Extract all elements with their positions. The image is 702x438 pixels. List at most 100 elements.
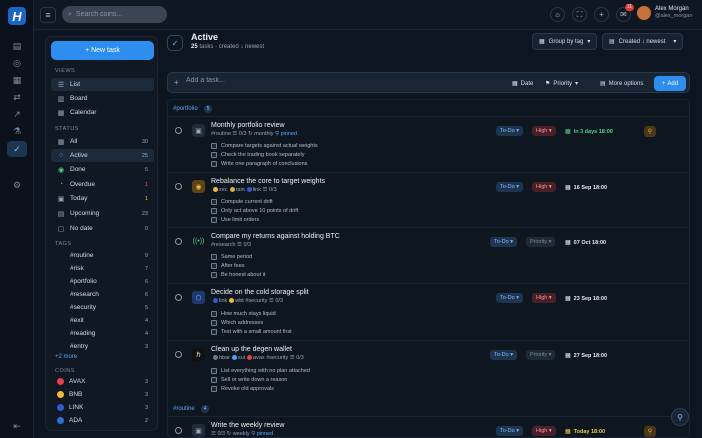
tag-item[interactable]: #portfolio 6 <box>51 275 154 288</box>
group-by-button[interactable]: ▦ Group by tag ▾ <box>532 33 598 50</box>
task-row[interactable]: ⬡ Decide on the cold storage split link w… <box>168 283 689 340</box>
status-badge[interactable]: To-Do ▾ <box>496 426 523 436</box>
subtask[interactable]: Compute current drift <box>211 199 273 205</box>
subtask[interactable]: Write one paragraph of conclusions <box>211 161 307 167</box>
priority-badge[interactable]: High ▾ <box>532 293 556 303</box>
pin-icon[interactable]: ⚲ <box>644 426 656 437</box>
dashboard-icon[interactable]: ▤ <box>7 38 27 54</box>
task-row[interactable]: ▣ Monthly portfolio review #routine ☰ 0/… <box>168 116 689 172</box>
add-task-input[interactable] <box>186 77 386 84</box>
tasks-icon[interactable]: ✓ <box>7 141 27 157</box>
date-button[interactable]: ▦ Date <box>508 76 537 91</box>
help-fab[interactable]: ⚲ <box>671 408 689 426</box>
collapse-icon[interactable]: ⇤ <box>7 418 27 434</box>
theme-icon[interactable]: ☼ <box>550 7 565 22</box>
sidebar-item-active[interactable]: ○ Active 25 <box>51 149 154 162</box>
status-badge[interactable]: To-Do ▾ <box>496 182 523 192</box>
subtask[interactable]: Use limit orders <box>211 217 259 223</box>
coin-item-bnb[interactable]: BNB 3 <box>51 388 154 401</box>
tag-item[interactable]: #reading 4 <box>51 327 154 340</box>
book-icon[interactable]: ▦ <box>7 72 27 88</box>
priority-badge[interactable]: High ▾ <box>532 182 556 192</box>
subtask[interactable]: Revoke old approvals <box>211 386 274 392</box>
subtask[interactable]: List everything with no plan attached <box>211 368 310 374</box>
add-icon[interactable]: + <box>594 7 609 22</box>
status-badge[interactable]: To-Do ▾ <box>490 350 517 360</box>
more-options-button[interactable]: ▤ More options <box>596 76 647 91</box>
tag-item[interactable]: #risk 7 <box>51 262 154 275</box>
priority-badge[interactable]: High ▾ <box>532 426 556 436</box>
tag-item[interactable]: #routine 9 <box>51 249 154 262</box>
subtask[interactable]: Compare targets against actual weights <box>211 143 318 149</box>
task-checkbox[interactable] <box>175 427 182 434</box>
sidebar-item-no-date[interactable]: ▢ No date 0 <box>51 222 154 235</box>
priority-badge[interactable]: Priority ▾ <box>526 237 556 247</box>
user-menu[interactable]: Alex Morgan @alex_morgan <box>637 6 692 20</box>
priority-button[interactable]: ⚑ Priority ▾ <box>541 76 582 91</box>
subtask[interactable]: After fees <box>211 263 245 269</box>
views-heading: VIEWS <box>55 68 76 74</box>
task-row[interactable]: ℏ Clean up the degen wallet hbar sui avax … <box>168 340 689 398</box>
task-checkbox[interactable] <box>175 351 182 358</box>
task-checkbox[interactable] <box>175 238 182 245</box>
new-task-button[interactable]: + New task <box>51 41 154 60</box>
add-button[interactable]: + Add <box>654 76 686 91</box>
task-row[interactable]: ◉ Rebalance the core to target weights z… <box>168 172 689 227</box>
search-input[interactable] <box>75 11 156 18</box>
sidebar-item-overdue[interactable]: ◔ Overdue 1 <box>51 178 154 191</box>
settings-icon[interactable]: ⚙ <box>7 177 27 193</box>
plus-icon: + <box>174 78 179 87</box>
sidebar-item-all[interactable]: ▦ All 30 <box>51 135 154 148</box>
coin-item-link[interactable]: LINK 3 <box>51 401 154 414</box>
pin-icon[interactable]: ⚲ <box>644 126 656 137</box>
task-row[interactable]: ▣ Write the weekly review ☰ 0/3 ↻ weekly… <box>168 416 689 437</box>
task-row[interactable]: ((•)) Compare my returns against holding… <box>168 227 689 283</box>
coin-item-avax[interactable]: AVAX 3 <box>51 375 154 388</box>
coin-item-ada[interactable]: ADA 2 <box>51 414 154 427</box>
group-header-routine[interactable]: #routine 4 <box>173 405 210 413</box>
app-logo[interactable]: H <box>8 7 26 25</box>
sidebar-item-calendar[interactable]: ▦ Calendar <box>51 106 154 119</box>
subtask[interactable]: Test with a small amount first <box>211 329 292 335</box>
priority-badge[interactable]: High ▾ <box>532 126 556 136</box>
group-header-portfolio[interactable]: #portfolio 5 <box>173 105 213 113</box>
subtask[interactable]: Which addresses <box>211 320 263 326</box>
task-meta: zec rain link ☰ 0/3 <box>211 187 277 193</box>
subtask[interactable]: Only act above 10 points of drift <box>211 208 298 214</box>
database-icon[interactable]: ◎ <box>7 55 27 71</box>
sidebar: + New task VIEWS ☰ List ▥ Board ▦ Calendar … <box>45 36 158 431</box>
sidebar-item-today[interactable]: ▣ Today 1 <box>51 192 154 205</box>
task-checkbox[interactable] <box>175 183 182 190</box>
status-badge[interactable]: To-Do ▾ <box>496 126 523 136</box>
menu-icon[interactable]: ≡ <box>40 7 56 23</box>
priority-badge[interactable]: Priority ▾ <box>526 350 556 360</box>
subtask[interactable]: Same period <box>211 254 252 260</box>
chart-icon[interactable]: ↗ <box>7 106 27 122</box>
tag-item[interactable]: #exit 4 <box>51 314 154 327</box>
task-checkbox[interactable] <box>175 294 182 301</box>
tag-item[interactable]: #entry 3 <box>51 340 154 353</box>
task-list: #portfolio 5 ▣ Monthly portfolio review #… <box>167 99 690 438</box>
tag-item[interactable]: #security 5 <box>51 301 154 314</box>
tag-item[interactable]: #research 6 <box>51 288 154 301</box>
sidebar-item-done[interactable]: ◉ Done 5 <box>51 163 154 176</box>
notifications-icon[interactable]: ✉ 11 <box>616 4 634 22</box>
status-badge[interactable]: To-Do ▾ <box>490 237 517 247</box>
subtask[interactable]: Be honest about it <box>211 272 265 278</box>
subtask[interactable]: How much stays liquid <box>211 311 276 317</box>
fullscreen-icon[interactable]: ⛶ <box>572 7 587 22</box>
task-checkbox[interactable] <box>175 127 182 134</box>
calendar-icon: ▦ <box>565 296 571 302</box>
subtask[interactable]: Sell or write down a reason <box>211 377 287 383</box>
sort-button[interactable]: ▤ Created ↓ newest ▾ <box>602 33 684 50</box>
subtask[interactable]: Check the trading book separately <box>211 152 304 158</box>
flask-icon[interactable]: ⚗ <box>7 123 27 139</box>
sidebar-item-upcoming[interactable]: ▤ Upcoming 23 <box>51 207 154 220</box>
tags-more-link[interactable]: +2 more <box>55 354 77 360</box>
sidebar-item-list[interactable]: ☰ List <box>51 78 154 91</box>
status-badge[interactable]: To-Do ▾ <box>496 293 523 303</box>
search-box[interactable]: ⌕ <box>62 6 167 23</box>
sidebar-item-board[interactable]: ▥ Board <box>51 92 154 105</box>
swap-icon[interactable]: ⇄ <box>7 89 27 105</box>
list-icon: ☰ <box>57 81 65 89</box>
